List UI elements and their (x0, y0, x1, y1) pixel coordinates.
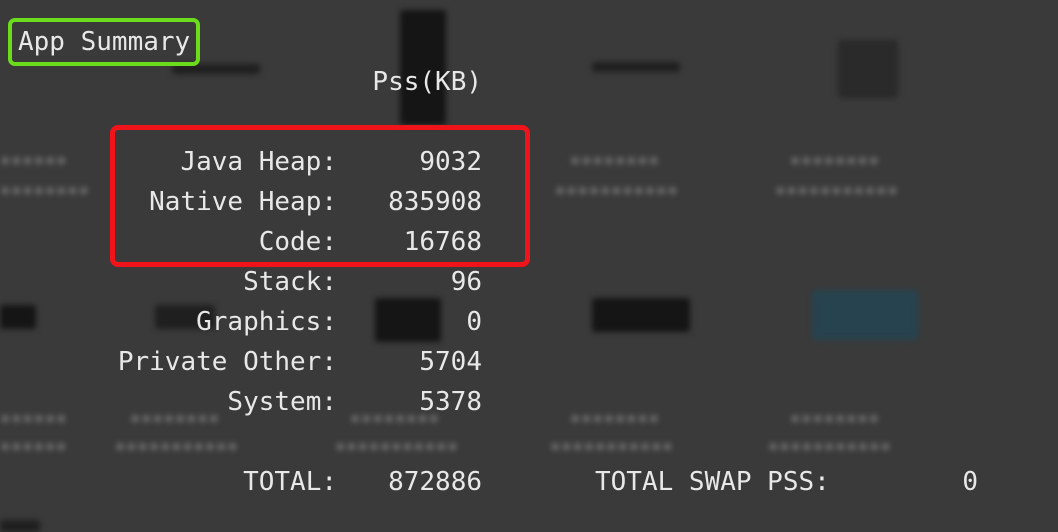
blurred-text: ▪▪▪▪▪▪▪▪▪▪▪ (335, 436, 459, 456)
total-value: 872886 (388, 467, 482, 497)
total-swap-label: TOTAL SWAP PSS: (595, 467, 830, 497)
blurred-block (592, 62, 680, 72)
row-value-stack: 96 (450, 267, 482, 297)
blurred-text: ▪▪▪▪▪▪▪▪ (570, 150, 660, 170)
total-label: TOTAL: (243, 467, 337, 497)
row-label-system: System: (227, 387, 337, 417)
row-label-stack: Stack: (243, 267, 337, 297)
row-label-graphics: Graphics: (196, 307, 337, 337)
row-value-private-other: 5704 (419, 347, 482, 377)
blurred-block (592, 298, 690, 332)
blurred-block (0, 520, 40, 532)
blurred-block (0, 305, 36, 329)
blurred-text: ▪▪▪▪▪▪▪▪▪▪▪ (115, 436, 239, 456)
blurred-text: ▪▪▪▪▪▪▪▪▪▪▪ (550, 436, 674, 456)
blurred-text: ▪▪▪▪▪▪ (0, 408, 68, 428)
blurred-text: ▪▪▪▪▪▪▪▪ (130, 408, 220, 428)
section-title: App Summary (18, 27, 191, 57)
row-value-system: 5378 (419, 387, 482, 417)
blurred-text: ▪▪▪▪▪▪▪▪ (0, 180, 90, 200)
total-swap-value: 0 (962, 467, 978, 497)
blurred-text: ▪▪▪▪▪▪▪▪▪▪▪ (775, 180, 899, 200)
blurred-text: ▪▪▪▪▪▪▪▪ (570, 408, 660, 428)
terminal-screenshot: ▪▪▪▪▪▪ ▪▪▪▪▪▪▪▪ ▪▪▪▪▪▪▪▪ ▪▪▪▪▪▪▪▪ ▪▪▪▪▪▪… (0, 0, 1058, 532)
blurred-text: ▪▪▪▪▪▪ (0, 436, 68, 456)
blurred-text: ▪▪▪▪▪▪▪▪▪▪▪ (768, 436, 892, 456)
row-value-graphics: 0 (466, 307, 482, 337)
blurred-block (375, 298, 441, 342)
blurred-text: ▪▪▪▪▪▪▪▪ (790, 408, 880, 428)
column-header-pss: Pss(KB) (372, 67, 482, 97)
blurred-block (812, 290, 918, 340)
blurred-text: ▪▪▪▪▪▪▪▪ (790, 150, 880, 170)
blurred-block (838, 40, 898, 98)
blurred-text: ▪▪▪▪▪▪ (0, 150, 68, 170)
row-label-private-other: Private Other: (117, 347, 337, 377)
highlight-annotation-box (110, 125, 530, 267)
blurred-text: ▪▪▪▪▪▪▪▪▪▪▪ (555, 180, 679, 200)
